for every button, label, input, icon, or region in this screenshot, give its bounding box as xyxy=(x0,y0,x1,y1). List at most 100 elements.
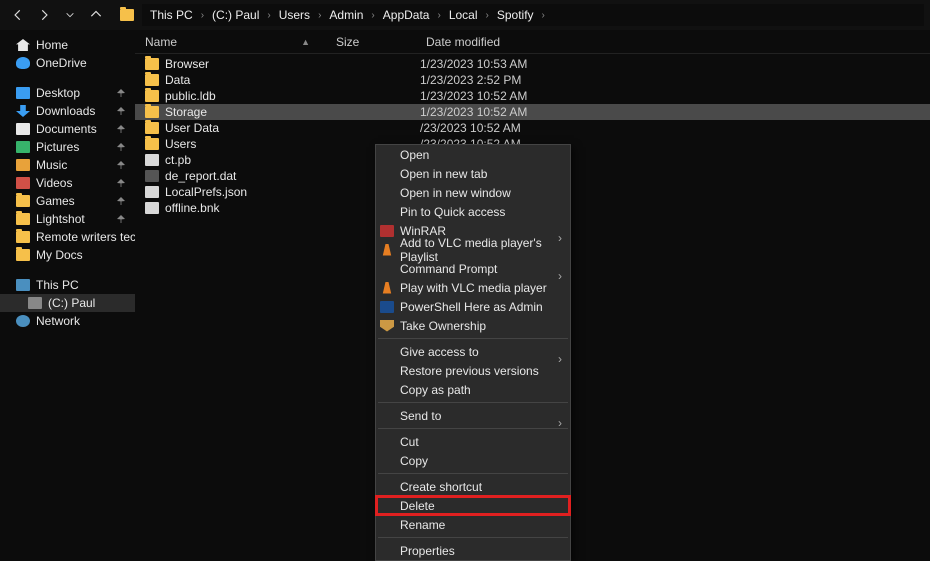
sidebar-item[interactable]: My Docs xyxy=(0,246,135,264)
menu-item[interactable]: Properties xyxy=(376,541,570,560)
back-button[interactable] xyxy=(6,3,30,27)
arrow-up-icon xyxy=(89,8,103,22)
menu-item-label: Take Ownership xyxy=(400,319,486,333)
forward-button[interactable] xyxy=(32,3,56,27)
sidebar-item[interactable]: Videos xyxy=(0,174,135,192)
doc-icon xyxy=(16,123,30,135)
column-date[interactable]: Date modified xyxy=(420,35,500,49)
menu-item[interactable]: Command Prompt xyxy=(376,259,570,278)
menu-item[interactable]: Play with VLC media player xyxy=(376,278,570,297)
up-button[interactable] xyxy=(84,3,108,27)
breadcrumb-segment[interactable]: (C:) Paul xyxy=(208,6,263,24)
sidebar-item[interactable]: Music xyxy=(0,156,135,174)
breadcrumb-segment[interactable]: AppData xyxy=(379,6,434,24)
winrar-icon xyxy=(380,225,394,237)
menu-item-label: Open in new window xyxy=(400,186,511,200)
pc-icon xyxy=(16,279,30,291)
menu-item[interactable]: Rename xyxy=(376,515,570,534)
menu-item[interactable]: Open xyxy=(376,145,570,164)
sidebar-item-label: My Docs xyxy=(36,248,83,262)
desktop-icon xyxy=(16,87,30,99)
folder-icon xyxy=(16,195,30,207)
breadcrumb-segment[interactable]: Admin xyxy=(325,6,367,24)
file-name: Browser xyxy=(165,57,209,71)
context-menu: OpenOpen in new tab Open in new window Pin… xyxy=(375,144,571,561)
folder-icon xyxy=(145,74,159,86)
menu-item[interactable]: Restore previous versions xyxy=(376,361,570,380)
menu-item[interactable]: Add to VLC media player's Playlist xyxy=(376,240,570,259)
file-row[interactable]: public.ldb1/23/2023 10:52 AM xyxy=(135,88,930,104)
menu-item[interactable]: Send to xyxy=(376,406,570,425)
pic-icon xyxy=(16,141,30,153)
menu-item[interactable]: Open in new window xyxy=(376,183,570,202)
arrow-right-icon xyxy=(37,8,51,22)
menu-item[interactable]: Pin to Quick access xyxy=(376,202,570,221)
folder-icon xyxy=(145,106,159,118)
file-icon xyxy=(145,202,159,214)
sidebar-item[interactable]: OneDrive xyxy=(0,54,135,72)
sidebar-item[interactable]: Home xyxy=(0,36,135,54)
sidebar-item[interactable]: Documents xyxy=(0,120,135,138)
file-name: Users xyxy=(165,137,196,151)
file-list-pane: Name ▲ Size Date modified Browser1/23/20… xyxy=(135,30,930,540)
sidebar-item[interactable]: Remote writers tech xyxy=(0,228,135,246)
file-name: Storage xyxy=(165,105,207,119)
file-row[interactable]: Browser1/23/2023 10:53 AM xyxy=(135,56,930,72)
column-headers[interactable]: Name ▲ Size Date modified xyxy=(135,30,930,54)
sidebar-item-label: This PC xyxy=(36,278,79,292)
menu-item[interactable]: Create shortcut xyxy=(376,477,570,496)
sidebar-item[interactable]: Lightshot xyxy=(0,210,135,228)
breadcrumb[interactable]: This PC›(C:) Paul›Users›Admin›AppData›Lo… xyxy=(142,4,924,26)
breadcrumb-segment[interactable]: This PC xyxy=(146,6,197,24)
main-area: HomeOneDrive DesktopDownloadsDocumentsPi… xyxy=(0,30,930,540)
menu-item-label: Pin to Quick access xyxy=(400,205,505,219)
column-name[interactable]: Name ▲ xyxy=(135,35,330,49)
sidebar-item-label: Music xyxy=(36,158,67,172)
sidebar-item-label: OneDrive xyxy=(36,56,87,70)
menu-item[interactable]: Give access to xyxy=(376,342,570,361)
sidebar-item[interactable]: Pictures xyxy=(0,138,135,156)
sort-indicator-icon: ▲ xyxy=(301,37,310,47)
file-row[interactable]: Data1/23/2023 2:52 PM xyxy=(135,72,930,88)
drive-icon xyxy=(28,297,42,309)
sidebar-item[interactable]: Desktop xyxy=(0,84,135,102)
file-icon xyxy=(145,186,159,198)
file-dark-icon xyxy=(145,170,159,182)
file-date: 1/23/2023 10:52 AM xyxy=(420,89,527,103)
sidebar-item-label: Remote writers tech xyxy=(36,230,143,244)
vlc-icon xyxy=(380,244,394,256)
vid-icon xyxy=(16,177,30,189)
menu-item[interactable]: Delete xyxy=(376,496,570,515)
menu-separator xyxy=(378,338,568,339)
menu-item[interactable]: Copy as path xyxy=(376,380,570,399)
file-row[interactable]: User Data/23/2023 10:52 AM xyxy=(135,120,930,136)
sidebar-item-label: Videos xyxy=(36,176,72,190)
sidebar-item[interactable]: Downloads xyxy=(0,102,135,120)
menu-item[interactable]: Open in new tab xyxy=(376,164,570,183)
breadcrumb-segment[interactable]: Local xyxy=(445,6,482,24)
folder-icon xyxy=(145,138,159,150)
file-name: User Data xyxy=(165,121,219,135)
sidebar-item[interactable]: Network xyxy=(0,312,135,330)
column-size[interactable]: Size xyxy=(330,35,420,49)
chevron-right-icon: › xyxy=(265,10,272,21)
menu-item[interactable]: Take Ownership xyxy=(376,316,570,335)
sidebar-item[interactable]: This PC xyxy=(0,276,135,294)
breadcrumb-segment[interactable]: Users xyxy=(275,6,314,24)
menu-item-label: Copy as path xyxy=(400,383,471,397)
menu-item[interactable]: PowerShell Here as Admin xyxy=(376,297,570,316)
net-icon xyxy=(16,315,30,327)
file-row[interactable]: Storage1/23/2023 10:52 AM xyxy=(135,104,930,120)
file-name: offline.bnk xyxy=(165,201,220,215)
menu-item[interactable]: Cut xyxy=(376,432,570,451)
menu-item-label: Command Prompt xyxy=(400,262,497,276)
sidebar-item[interactable]: (C:) Paul xyxy=(0,294,135,312)
recent-button[interactable] xyxy=(58,3,82,27)
sidebar-item-label: Home xyxy=(36,38,68,52)
menu-item[interactable]: Copy xyxy=(376,451,570,470)
menu-item-label: Send to xyxy=(400,409,441,423)
breadcrumb-segment[interactable]: Spotify xyxy=(493,6,538,24)
menu-separator xyxy=(378,473,568,474)
sidebar-item[interactable]: Games xyxy=(0,192,135,210)
file-date: /23/2023 10:52 AM xyxy=(420,121,521,135)
